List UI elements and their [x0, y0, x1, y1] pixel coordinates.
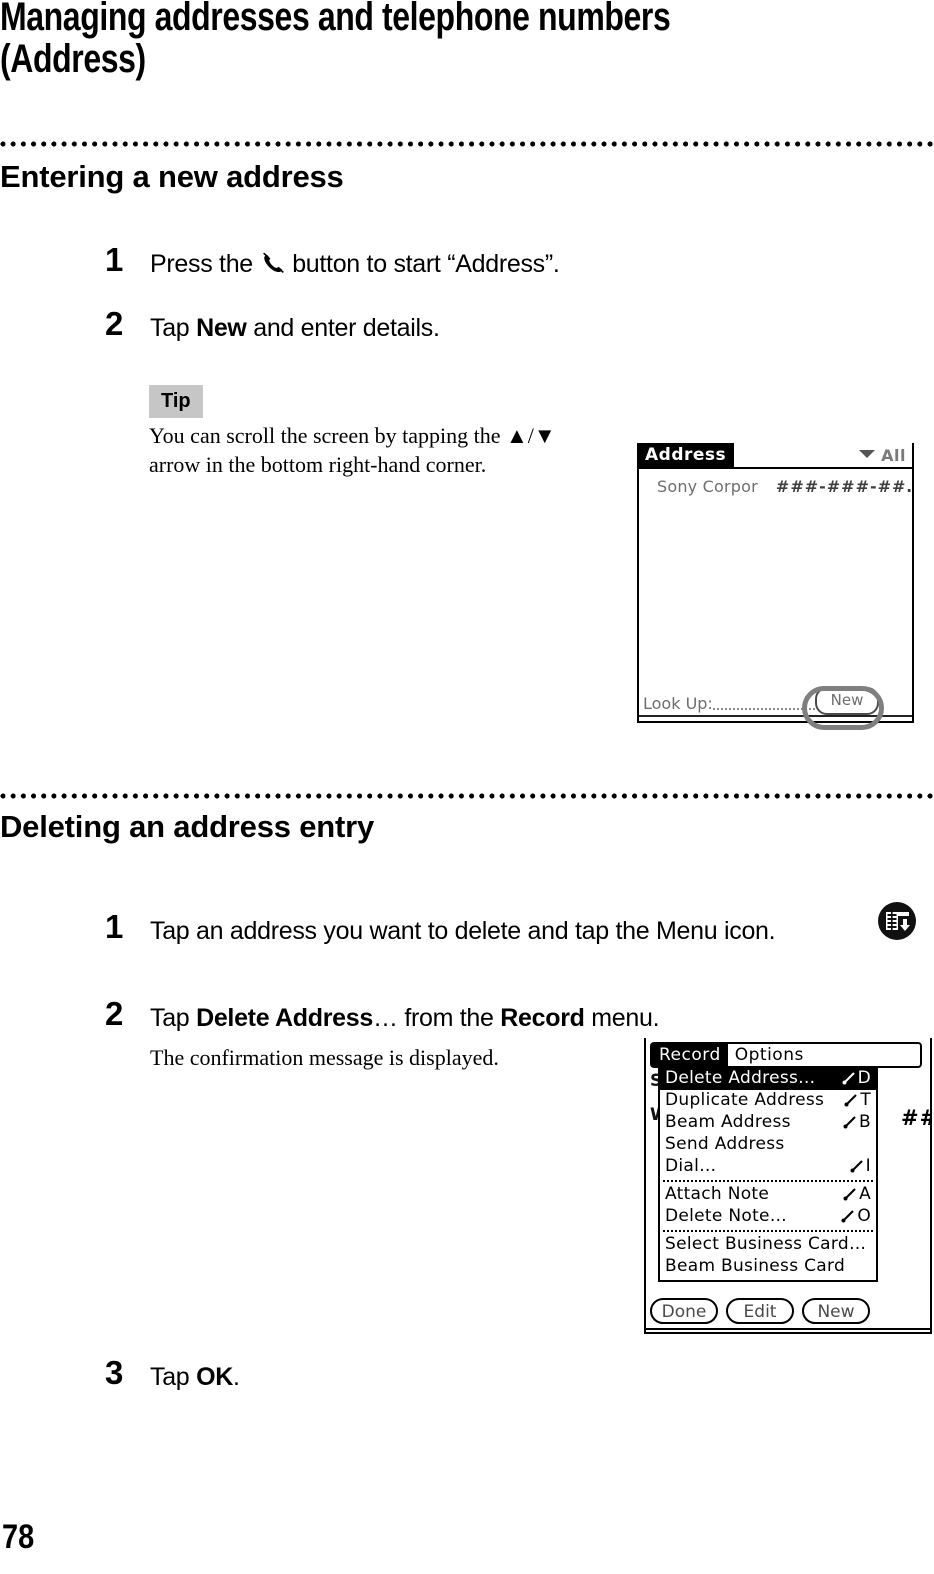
pda-record-menu-screenshot: S W ## RecordOptions Delete Address… D D…	[644, 1038, 932, 1334]
menu-item-beam-business-card[interactable]: Beam Business Card	[660, 1256, 876, 1278]
pda-titlebar: Address All	[639, 443, 912, 469]
page-number: 78	[2, 1518, 35, 1556]
menu-separator-1	[663, 1180, 873, 1182]
pda-category-label: All	[881, 446, 906, 465]
menu-item-shortcut: D	[842, 1068, 871, 1089]
stylus-icon	[850, 1158, 864, 1173]
step-text-2-2-bold-record: Record	[500, 1004, 585, 1032]
callout-highlight-ring-new-button	[802, 686, 884, 730]
stylus-icon	[844, 1092, 858, 1107]
step-text-1-2-bold: New	[196, 314, 247, 342]
step-number-2-3: 3	[105, 1354, 124, 1391]
menu-item-delete-address[interactable]: Delete Address… D	[660, 1068, 876, 1090]
step-text-1-1-before: Press the	[150, 250, 260, 278]
step-number-1-1: 1	[105, 241, 124, 278]
menu-item-delete-note[interactable]: Delete Note… O	[660, 1206, 876, 1228]
step-text-2-3: Tap OK.	[150, 1361, 750, 1393]
menu-item-label: Send Address	[665, 1134, 785, 1154]
pda-address-phone: ###-###-##…W	[775, 477, 912, 496]
menu-item-shortcut: O	[841, 1206, 871, 1227]
menu-item-shortcut-key: O	[857, 1206, 871, 1226]
stylus-icon	[843, 1114, 857, 1129]
pda-button-row: Done Edit New	[650, 1298, 928, 1324]
phone-handset-icon	[260, 250, 286, 276]
menu-item-shortcut: I	[850, 1156, 871, 1177]
menu-item-attach-note[interactable]: Attach Note A	[660, 1184, 876, 1206]
stylus-icon	[841, 1208, 855, 1223]
pda-done-button[interactable]: Done	[650, 1298, 718, 1324]
menu-item-shortcut-key: T	[860, 1090, 871, 1110]
section-heading-deleting-an-address-entry: Deleting an address entry	[0, 809, 375, 844]
section-divider-1	[0, 141, 934, 147]
triangle-down-icon	[859, 450, 876, 458]
menu-item-label: Beam Business Card	[665, 1256, 846, 1276]
pda-app-tab-address[interactable]: Address	[639, 443, 735, 468]
pda-menubar-tab-options[interactable]: Options	[728, 1044, 811, 1066]
step-number-1-2: 2	[105, 305, 124, 342]
pda-edit-button[interactable]: Edit	[726, 1298, 794, 1324]
pda-bottom-rule-2	[646, 1328, 930, 1330]
menu-item-beam-address[interactable]: Beam Address B	[660, 1112, 876, 1134]
menu-item-label: Delete Address…	[665, 1068, 816, 1088]
step-text-2-2-before: Tap	[150, 1004, 197, 1032]
step-text-2-1: Tap an address you want to delete and ta…	[150, 917, 776, 945]
step-text-2-3-bold-ok: OK	[196, 1363, 233, 1391]
page-title: Managing addresses and telephone numbers…	[0, 0, 671, 81]
menu-separator-2	[663, 1230, 873, 1232]
menu-item-shortcut: A	[843, 1184, 871, 1205]
pda-menubar-tab-record[interactable]: Record	[652, 1044, 728, 1066]
pda-lookup-label: Look Up:	[643, 694, 713, 713]
tip-body: You can scroll the screen by tapping the…	[149, 423, 556, 477]
pda-underlying-hash: ##	[901, 1106, 930, 1130]
menu-item-label: Delete Note…	[665, 1206, 788, 1226]
step-number-2-2: 2	[105, 995, 124, 1032]
menu-item-label: Beam Address	[665, 1112, 791, 1132]
menu-item-label: Duplicate Address	[665, 1090, 825, 1110]
step-text-1-1: Press the button to start “Address”.	[150, 248, 850, 280]
menu-item-shortcut-key: D	[857, 1068, 871, 1088]
pda-menubar: Record Options	[650, 1042, 922, 1068]
menu-icon	[878, 902, 916, 940]
menu-item-send-address[interactable]: Send Address	[660, 1134, 876, 1156]
pda-new-button-2[interactable]: New	[802, 1298, 870, 1324]
pda-category-selector[interactable]: All	[859, 446, 906, 465]
step-number-2-1: 1	[105, 908, 124, 945]
menu-item-shortcut-key: I	[865, 1156, 871, 1176]
section-divider-2	[0, 793, 934, 799]
tip-label: Tip	[149, 385, 203, 418]
section-heading-entering-a-new-address: Entering a new address	[0, 159, 344, 194]
pda-address-row[interactable]: Sony Corpor ###-###-##…W	[657, 477, 912, 496]
step-text-2-3-after: .	[232, 1363, 240, 1391]
step-note-2-2: The confirmation message is displayed.	[150, 1045, 499, 1070]
stylus-icon	[842, 1070, 856, 1085]
menu-item-label: Dial…	[665, 1156, 717, 1176]
step-text-2-2-after: menu.	[584, 1004, 660, 1032]
pda-address-list-screenshot: Address All Sony Corpor ###-###-##…W Look…	[637, 443, 914, 723]
step-text-1-2-after: and enter details.	[246, 314, 440, 342]
menu-item-shortcut: B	[843, 1112, 871, 1133]
step-text-1-1-after: button to start “Address”.	[285, 250, 560, 278]
pda-address-name: Sony Corpor	[657, 477, 758, 496]
menu-item-dial[interactable]: Dial… I	[660, 1156, 876, 1178]
step-text-1-2-before: Tap	[150, 314, 197, 342]
menu-item-shortcut-key: B	[859, 1112, 871, 1132]
menu-item-label: Select Business Card…	[665, 1234, 867, 1254]
menu-item-select-business-card[interactable]: Select Business Card…	[660, 1234, 876, 1256]
pda-record-dropdown-menu: Delete Address… D Duplicate Address T Be…	[658, 1068, 878, 1282]
step-text-2-3-before: Tap	[150, 1363, 197, 1391]
menu-item-shortcut-key: A	[859, 1184, 871, 1204]
step-text-2-2: Tap Delete Address… from the Record menu…	[150, 1002, 875, 1034]
step-text-2-2-bold-delete-address: Delete Address	[196, 1004, 373, 1032]
step-text-1-2: Tap New and enter details.	[150, 312, 850, 344]
menu-item-shortcut: T	[844, 1090, 871, 1111]
menu-item-label: Attach Note	[665, 1184, 770, 1204]
menu-item-duplicate-address[interactable]: Duplicate Address T	[660, 1090, 876, 1112]
step-text-2-2-mid: … from the	[372, 1004, 501, 1032]
stylus-icon	[843, 1186, 857, 1201]
